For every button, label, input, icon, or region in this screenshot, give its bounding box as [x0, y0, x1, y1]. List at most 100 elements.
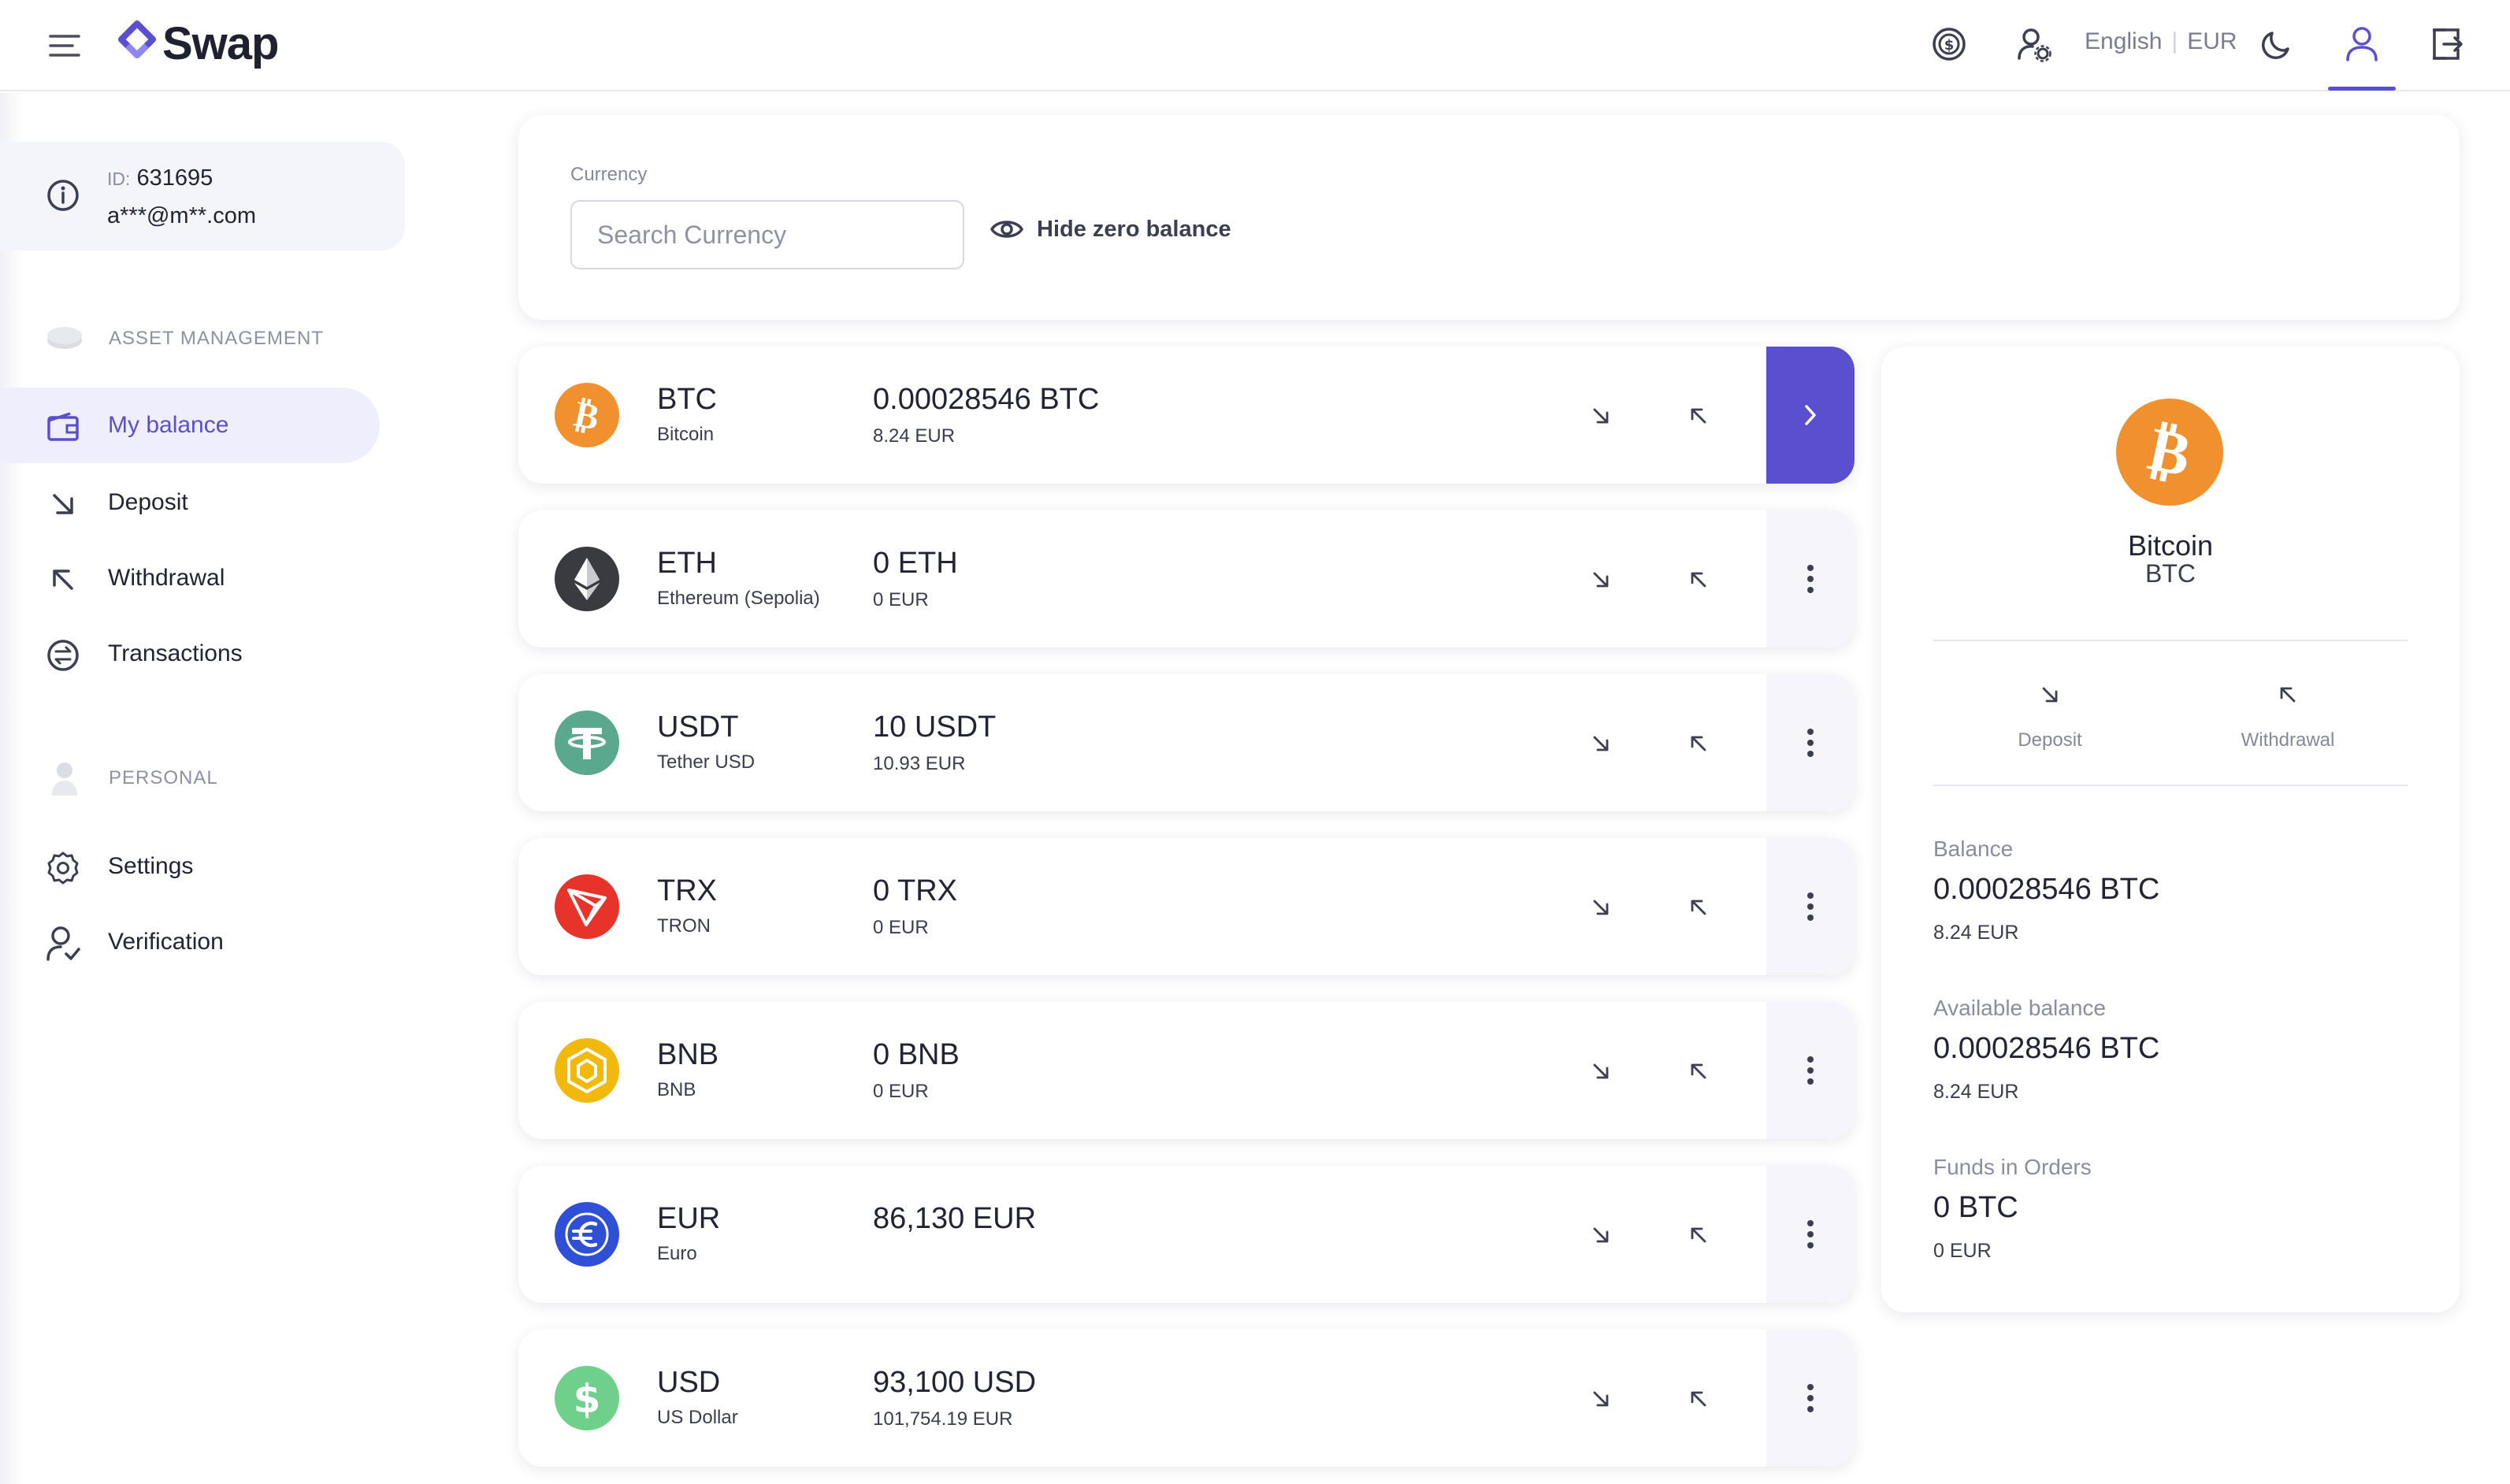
- bnb-icon: [555, 1038, 619, 1103]
- asset-name: BNB: [657, 1079, 696, 1100]
- asset-amount: 10 USDT: [873, 710, 997, 744]
- detail-withdrawal-label: Withdrawal: [2241, 729, 2335, 751]
- asset-row-bnb[interactable]: BNB BNB 0 BNB 0 EUR: [518, 1002, 1855, 1139]
- withdraw-arrow-icon[interactable]: [1681, 1054, 1716, 1089]
- asset-symbol: USDT: [657, 710, 739, 744]
- asset-amount: 0 ETH: [873, 547, 958, 580]
- detail-withdrawal-button[interactable]: Withdrawal: [2209, 677, 2367, 751]
- info-icon: [46, 178, 80, 217]
- asset-symbol: ETH: [657, 547, 717, 580]
- sidebar-item-transactions[interactable]: Transactions: [0, 616, 380, 692]
- gear-icon: [46, 851, 80, 885]
- deposit-arrow-icon[interactable]: [1584, 1382, 1618, 1416]
- deposit-arrow-icon[interactable]: [1584, 890, 1618, 925]
- user-settings-icon[interactable]: [2014, 24, 2055, 65]
- bitcoin-icon: ₿: [2116, 399, 2223, 506]
- withdraw-arrow-icon[interactable]: [1681, 726, 1716, 761]
- coins-icon[interactable]: $: [1929, 24, 1970, 65]
- kebab-menu-icon: [1807, 1220, 1814, 1248]
- logo[interactable]: Swap: [117, 16, 279, 71]
- sidebar-item-label: My balance: [108, 412, 229, 438]
- divider: [1933, 640, 2408, 641]
- currency-filter-card: Currency Hide zero balance: [518, 115, 2460, 320]
- asset-row-trx[interactable]: TRX TRON 0 TRX 0 EUR: [518, 838, 1855, 975]
- sidebar-item-deposit[interactable]: Deposit: [0, 465, 380, 540]
- currency-label: EUR: [2187, 28, 2237, 54]
- hide-zero-balance-toggle[interactable]: Hide zero balance: [990, 216, 1231, 243]
- asset-name: Tether USD: [657, 751, 756, 773]
- section-asset-management: ASSET MANAGEMENT: [46, 325, 324, 353]
- withdraw-arrow-icon[interactable]: [1681, 1218, 1716, 1252]
- asset-row-usdt[interactable]: USDT Tether USD 10 USDT 10.93 EUR: [518, 674, 1855, 811]
- sidebar-item-label: Verification: [108, 929, 224, 955]
- search-currency-input[interactable]: [570, 200, 964, 269]
- profile-icon[interactable]: [2341, 24, 2382, 65]
- asset-detail-panel: ₿ Bitcoin BTC Deposit Withdrawal Balance…: [1881, 347, 2460, 1312]
- asset-name: Bitcoin: [657, 424, 715, 445]
- detail-deposit-button[interactable]: Deposit: [1971, 677, 2129, 751]
- sidebar-item-label: Withdrawal: [108, 565, 225, 591]
- sidebar-item-withdrawal[interactable]: Withdrawal: [0, 540, 380, 616]
- svg-text:$: $: [1944, 37, 1955, 54]
- exchange-icon: [46, 638, 80, 673]
- deposit-arrow-icon[interactable]: [1584, 1218, 1618, 1252]
- more-options-button[interactable]: [1766, 510, 1855, 647]
- kebab-menu-icon: [1807, 1056, 1814, 1085]
- asset-amount: 93,100 USD: [873, 1366, 1037, 1399]
- asset-name: TRON: [657, 915, 711, 937]
- section-personal-label: PERSONAL: [109, 767, 218, 788]
- withdraw-arrow-icon[interactable]: [1681, 1382, 1716, 1416]
- asset-row-eth[interactable]: ETH Ethereum (Sepolia) 0 ETH 0 EUR: [518, 510, 1855, 647]
- withdraw-arrow-icon[interactable]: [1681, 562, 1716, 597]
- user-info-card: ID: 631695 a***@m**.com: [0, 142, 405, 250]
- deposit-arrow-icon[interactable]: [1584, 399, 1618, 433]
- kebab-menu-icon: [1807, 729, 1814, 757]
- deposit-arrow-icon[interactable]: [1584, 1054, 1618, 1089]
- available-balance-fiat: 8.24 EUR: [1933, 1081, 2019, 1103]
- sidebar-edge: [0, 93, 24, 1484]
- tether-icon: [555, 710, 619, 775]
- user-check-icon: [46, 926, 80, 961]
- detail-deposit-label: Deposit: [2018, 729, 2082, 751]
- more-options-button[interactable]: [1766, 674, 1855, 811]
- user-id-label: ID:: [107, 169, 131, 189]
- asset-row-eur[interactable]: EUR Euro 86,130 EUR: [518, 1166, 1855, 1303]
- select-asset-button[interactable]: [1766, 347, 1855, 484]
- user-email: a***@m**.com: [107, 203, 256, 228]
- funds-in-orders-value: 0 BTC: [1933, 1191, 2018, 1224]
- kebab-menu-icon: [1807, 1384, 1814, 1412]
- sidebar-item-label: Transactions: [108, 640, 243, 666]
- language-currency-selector[interactable]: English | EUR: [2085, 28, 2237, 55]
- asset-row-btc[interactable]: ₿ BTC Bitcoin 0.00028546 BTC 8.24 EUR: [518, 347, 1855, 484]
- logout-icon[interactable]: [2426, 24, 2467, 65]
- arrow-down-right-icon: [46, 487, 80, 521]
- section-asset-label: ASSET MANAGEMENT: [109, 328, 324, 349]
- funds-in-orders-fiat: 0 EUR: [1933, 1240, 1992, 1262]
- deposit-arrow-icon[interactable]: [1584, 726, 1618, 761]
- more-options-button[interactable]: [1766, 1330, 1855, 1467]
- deposit-arrow-icon[interactable]: [1584, 562, 1618, 597]
- moon-icon[interactable]: [2256, 24, 2297, 65]
- asset-name: Ethereum (Sepolia): [657, 588, 820, 609]
- active-tab-indicator: [2328, 87, 2396, 91]
- available-balance-value: 0.00028546 BTC: [1933, 1032, 2160, 1065]
- more-options-button[interactable]: [1766, 838, 1855, 975]
- asset-name: Euro: [657, 1243, 697, 1264]
- asset-symbol: BTC: [657, 383, 717, 416]
- sidebar-item-settings[interactable]: Settings: [0, 829, 380, 904]
- more-options-button[interactable]: [1766, 1002, 1855, 1139]
- withdraw-arrow-icon[interactable]: [1681, 399, 1716, 433]
- more-options-button[interactable]: [1766, 1166, 1855, 1303]
- menu-icon[interactable]: [49, 30, 80, 61]
- asset-row-usd[interactable]: $ USD US Dollar 93,100 USD 101,754.19 EU…: [518, 1330, 1855, 1467]
- euro-icon: [555, 1202, 619, 1267]
- asset-symbol: USD: [657, 1366, 721, 1399]
- balance-fiat: 8.24 EUR: [1933, 922, 2019, 944]
- withdraw-arrow-icon[interactable]: [1681, 890, 1716, 925]
- sidebar-item-verification[interactable]: Verification: [0, 904, 380, 980]
- detail-asset-name: Bitcoin: [2127, 529, 2214, 562]
- asset-fiat-value: 0 EUR: [873, 589, 929, 610]
- asset-amount: 0.00028546 BTC: [873, 383, 1100, 416]
- language-label: English: [2085, 28, 2163, 54]
- sidebar-item-my-balance[interactable]: My balance: [0, 388, 380, 463]
